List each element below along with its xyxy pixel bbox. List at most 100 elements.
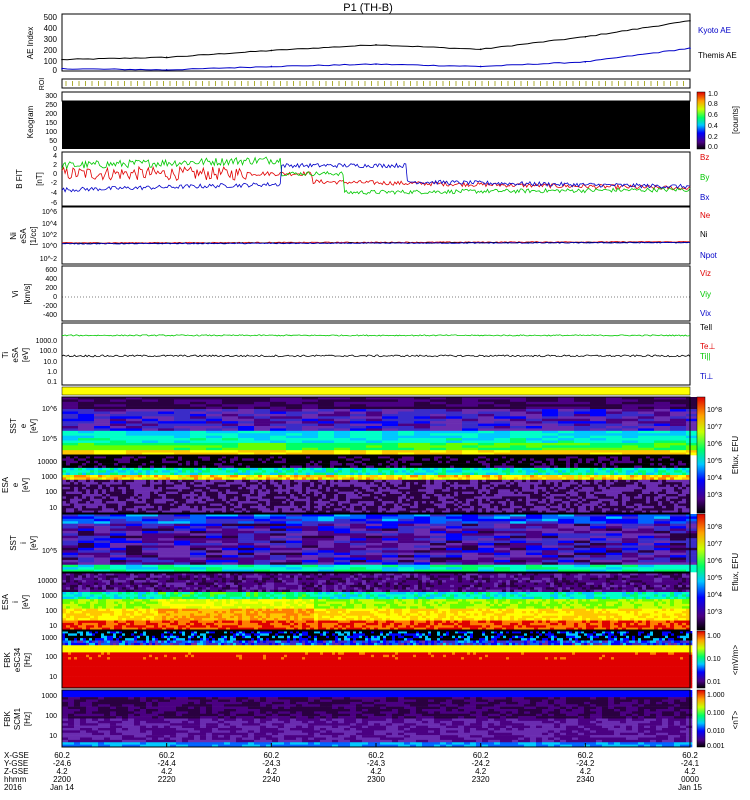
esa-e-cell — [530, 482, 535, 485]
esa-e-cell — [402, 477, 407, 481]
sst-e-cell — [638, 447, 655, 451]
sst-e-cell — [270, 450, 287, 453]
esa-e-cell — [114, 508, 119, 511]
esa-e-cell — [250, 494, 255, 497]
esa-e-cell — [546, 503, 551, 507]
esa-e-cell — [222, 508, 227, 511]
sst-e-cell — [62, 428, 79, 432]
sst-e-cell — [430, 430, 447, 434]
esa-e-cell — [538, 508, 543, 511]
sst-e-cell — [238, 423, 255, 427]
sst-e-cell — [62, 418, 79, 422]
esa-e-cell — [146, 503, 151, 507]
esa-e-cell — [634, 465, 639, 469]
esa-e-cell — [626, 498, 631, 502]
esa-e-cell — [606, 498, 611, 502]
esa-e-cell — [378, 501, 383, 504]
esa-e-cell — [262, 496, 267, 500]
esa-e-cell — [426, 463, 431, 466]
esa-e-cell — [502, 486, 507, 490]
esa-e-cell — [214, 498, 219, 502]
esa-e-cell — [638, 484, 643, 488]
esa-e-cell — [426, 479, 431, 483]
esa-e-cell — [262, 489, 267, 492]
esa-e-cell — [614, 475, 619, 478]
esa-e-cell — [642, 458, 647, 462]
esa-e-cell — [358, 489, 363, 492]
esa-e-cell — [270, 460, 275, 464]
esa-e-cell — [78, 494, 83, 497]
esa-e-cell — [162, 470, 167, 473]
esa-e-units: [eV] — [21, 478, 30, 492]
esa-e-cell — [238, 465, 243, 469]
esa-e-cell — [90, 458, 95, 462]
sst-e-cell — [174, 401, 191, 405]
esa-e-cell — [426, 477, 431, 481]
esa-e-cell — [630, 503, 635, 507]
esa-e-cell — [478, 470, 483, 473]
sst-e-cell — [142, 430, 159, 434]
sst-e-cell — [270, 435, 287, 439]
sst-e-cell — [142, 433, 159, 436]
esa-e-cell — [562, 479, 567, 483]
esa-e-cell — [498, 486, 503, 490]
esa-e-cell — [138, 475, 143, 478]
esa-e-cell — [118, 508, 123, 511]
esa-e-cell — [222, 505, 227, 509]
sst-e-cell — [654, 399, 671, 403]
esa-e-cell — [370, 494, 375, 497]
esa-e-cell — [482, 465, 487, 469]
esa-e-cell — [414, 463, 419, 466]
esa-e-cell — [242, 501, 247, 504]
esa-e-cell — [358, 496, 363, 500]
esa-e-cell — [678, 489, 683, 492]
legend-viy: Viy — [700, 290, 711, 299]
esa-e-cell — [78, 505, 83, 509]
esa-e-cell — [318, 475, 323, 478]
esa-e-cell — [594, 498, 599, 502]
sst-i-cell — [62, 543, 79, 546]
esa-e-cell — [290, 489, 295, 492]
esa-e-cell — [414, 498, 419, 502]
sst-e-cell — [350, 404, 367, 407]
esa-e-cell — [390, 501, 395, 504]
sst-e-cell — [382, 447, 399, 451]
esa-e-cell — [618, 498, 623, 502]
esa-e-cell — [226, 470, 231, 473]
sst-e-cell — [126, 433, 143, 436]
esa-e-cell — [662, 467, 667, 471]
esa-e-cell — [190, 460, 195, 464]
esa-e-cell — [430, 479, 435, 483]
esa-e-cell — [542, 460, 547, 464]
esa-e-cell — [86, 470, 91, 473]
esa-e-cell — [430, 494, 435, 497]
esa-e-cell — [614, 467, 619, 471]
sst-e-cell — [206, 435, 223, 439]
esa-e-cell — [626, 482, 631, 485]
esa-e-cell — [322, 501, 327, 504]
esa-e-cell — [150, 498, 155, 502]
esa-e-cell — [510, 463, 515, 466]
esa-e-cell — [274, 467, 279, 471]
esa-e-cell — [162, 491, 167, 495]
esa-e-cell — [278, 475, 283, 478]
sst-i-cell — [62, 521, 79, 524]
esa-e-cell — [482, 496, 487, 500]
esa-e-cell — [542, 458, 547, 462]
esa-e-cell — [438, 496, 443, 500]
sst-e-cell — [254, 399, 271, 403]
esa-e-cell — [598, 470, 603, 473]
esa-e-cell — [374, 460, 379, 464]
esa-e-cell — [182, 475, 187, 478]
esa-e-cell — [134, 465, 139, 469]
esa-e-cell — [342, 465, 347, 469]
esa-e-cell — [434, 477, 439, 481]
esa-e-cell — [302, 472, 307, 476]
esa-e-cell — [314, 465, 319, 469]
esa-e-cell — [230, 475, 235, 478]
esa-e-cell — [634, 479, 639, 483]
esa-e-cell — [86, 482, 91, 485]
esa-e-cell — [194, 472, 199, 476]
esa-e-cell — [178, 460, 183, 464]
sst-e-cell — [398, 409, 415, 412]
